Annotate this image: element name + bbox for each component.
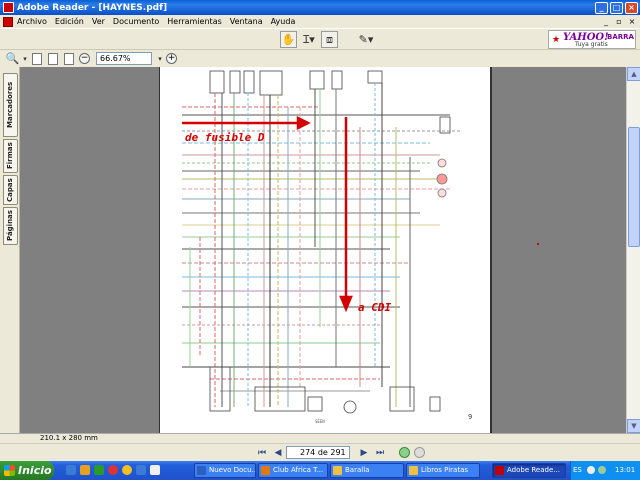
- sticky-note-icon[interactable]: ✎▾: [354, 31, 378, 48]
- volume-icon[interactable]: [598, 466, 606, 474]
- status-bar: 210.1 x 280 mm: [0, 433, 640, 443]
- menu-archivo[interactable]: Archivo: [17, 17, 47, 26]
- document-icon[interactable]: [3, 16, 13, 27]
- doc-minimize-button[interactable]: _: [601, 17, 611, 27]
- folder-icon: [333, 466, 342, 475]
- task-label: Baralla: [345, 466, 370, 474]
- tab-paginas[interactable]: Páginas: [3, 207, 18, 245]
- menu-bar: Archivo Edición Ver Documento Herramient…: [0, 15, 640, 29]
- close-button[interactable]: ×: [625, 1, 638, 14]
- quicklaunch-chrome-icon[interactable]: [108, 465, 118, 475]
- main-toolbar: ✋ Ɪ▾ ⧈ ✎▾ ★ YAHOO! BARRA Tuya gratis: [0, 29, 640, 50]
- document-view[interactable]: SEEN de fusible D a CDI 9: [20, 67, 626, 433]
- svg-text:SEEN: SEEN: [315, 419, 325, 424]
- task-label: Libros Piratas: [421, 466, 469, 474]
- windows-taskbar: Inicio Nuevo Docu... Club Africa T... Ba…: [0, 461, 640, 480]
- next-page-icon[interactable]: ▶: [358, 447, 370, 459]
- adobe-reader-icon: [495, 466, 504, 475]
- zoom-out-button[interactable]: −: [79, 53, 90, 64]
- tab-marcadores[interactable]: Marcadores: [3, 73, 18, 137]
- clock: 13:01: [615, 466, 636, 474]
- yahoo-toolbar-badge[interactable]: ★ YAHOO! BARRA Tuya gratis: [548, 30, 636, 49]
- doc-restore-button[interactable]: ▫: [614, 17, 624, 27]
- word-icon: [197, 466, 206, 475]
- fit-width-icon[interactable]: [64, 52, 74, 65]
- windows-flag-icon: [4, 465, 15, 476]
- page-navigation-bar: ⏮ ◀ 274 de 291 ▶ ⏭: [0, 443, 640, 461]
- tool-group: ✋ Ɪ▾ ⧈: [280, 31, 338, 48]
- scroll-thumb[interactable]: [628, 127, 640, 247]
- menu-documento[interactable]: Documento: [113, 17, 159, 26]
- wiring-diagram: SEEN de fusible D a CDI 9: [182, 70, 472, 424]
- task-label: Nuevo Docu...: [209, 466, 256, 474]
- fit-page-icon[interactable]: [48, 52, 58, 65]
- zoom-input[interactable]: 66.67%: [96, 52, 152, 65]
- hand-tool-icon[interactable]: ✋: [280, 31, 297, 48]
- snapshot-tool-icon[interactable]: ⧈: [321, 31, 338, 48]
- page-number-input[interactable]: 274 de 291: [286, 446, 350, 459]
- page-corner-number: 9: [468, 413, 472, 421]
- previous-page-icon[interactable]: ◀: [272, 447, 284, 459]
- red-dot-marker: [537, 243, 539, 245]
- minimize-button[interactable]: _: [595, 1, 608, 14]
- quicklaunch-app-icon[interactable]: [150, 465, 160, 475]
- quicklaunch-messenger-icon[interactable]: [122, 465, 132, 475]
- task-nuevo-documento[interactable]: Nuevo Docu...: [194, 463, 256, 478]
- yahoo-tagline: Tuya gratis: [575, 41, 608, 48]
- task-label: Club Africa T...: [273, 466, 324, 474]
- menu-ayuda[interactable]: Ayuda: [271, 17, 296, 26]
- zoom-tool-dropdown-icon[interactable]: ▾: [21, 50, 29, 67]
- first-page-icon[interactable]: ⏮: [256, 447, 268, 459]
- page-size-label: 210.1 x 280 mm: [40, 434, 98, 442]
- browser-icon: [261, 466, 270, 475]
- zoom-toolbar: 🔍 ▾ − 66.67% ▾ +: [0, 50, 640, 67]
- network-icon[interactable]: [587, 466, 595, 474]
- adobe-reader-icon: [3, 2, 14, 13]
- navigation-pane-tabs: Marcadores Firmas Capas Páginas: [0, 67, 20, 433]
- yahoo-barra-label: BARRA: [607, 33, 634, 41]
- zoom-in-button[interactable]: +: [166, 53, 177, 64]
- quicklaunch-desktop-icon[interactable]: [136, 465, 146, 475]
- language-indicator[interactable]: ES: [573, 466, 582, 474]
- previous-view-icon[interactable]: [399, 447, 410, 458]
- pdf-page[interactable]: SEEN de fusible D a CDI 9: [159, 67, 492, 433]
- scroll-up-icon[interactable]: ▲: [627, 67, 640, 81]
- menu-herramientas[interactable]: Herramientas: [167, 17, 222, 26]
- vertical-scrollbar[interactable]: ▲ ▼: [626, 67, 640, 433]
- annotation-from-fuse: de fusible D: [185, 131, 265, 144]
- doc-close-button[interactable]: ×: [627, 17, 637, 27]
- tab-capas[interactable]: Capas: [3, 175, 18, 205]
- tab-firmas[interactable]: Firmas: [3, 139, 18, 173]
- scroll-down-icon[interactable]: ▼: [627, 419, 640, 433]
- start-label: Inicio: [18, 464, 52, 477]
- task-label: Adobe Reade...: [507, 466, 560, 474]
- quicklaunch-media-icon[interactable]: [94, 465, 104, 475]
- comment-group: ✎▾: [354, 31, 378, 48]
- next-view-icon[interactable]: [414, 447, 425, 458]
- window-title: Adobe Reader - [HAYNES.pdf]: [17, 2, 168, 13]
- system-tray: ES 13:01: [570, 461, 640, 480]
- task-baralla[interactable]: Baralla: [330, 463, 404, 478]
- menu-ventana[interactable]: Ventana: [230, 17, 263, 26]
- quicklaunch-browser-icon[interactable]: [66, 465, 76, 475]
- last-page-icon[interactable]: ⏭: [374, 447, 386, 459]
- maximize-button[interactable]: □: [610, 1, 623, 14]
- task-libros-piratas[interactable]: Libros Piratas: [406, 463, 480, 478]
- quicklaunch-folder-icon[interactable]: [80, 465, 90, 475]
- start-button[interactable]: Inicio: [0, 461, 54, 480]
- yahoo-star-icon: ★: [552, 35, 561, 45]
- select-text-tool-icon[interactable]: Ɪ▾: [297, 31, 321, 48]
- task-club-africa[interactable]: Club Africa T...: [258, 463, 328, 478]
- folder-icon: [409, 466, 418, 475]
- task-adobe-reader[interactable]: Adobe Reade...: [492, 463, 566, 478]
- menu-ver[interactable]: Ver: [92, 17, 105, 26]
- actual-size-icon[interactable]: [32, 52, 42, 65]
- zoom-tool-icon[interactable]: 🔍: [4, 50, 21, 67]
- title-bar: Adobe Reader - [HAYNES.pdf] _ □ ×: [0, 0, 640, 15]
- annotation-to-cdi: a CDI: [358, 301, 391, 314]
- menu-edicion[interactable]: Edición: [55, 17, 84, 26]
- zoom-dropdown-icon[interactable]: ▾: [156, 50, 164, 67]
